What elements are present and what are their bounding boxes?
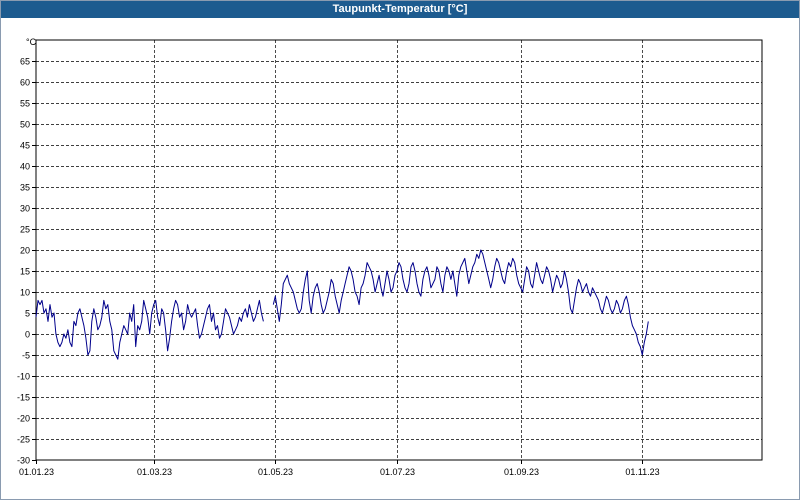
y-tick-label: 40 — [20, 162, 30, 172]
y-tick-label: -10 — [17, 372, 30, 382]
y-tick-label: 20 — [20, 246, 30, 256]
y-tick-label: 10 — [20, 288, 30, 298]
x-tick-label: 01.07.23 — [380, 467, 415, 477]
y-tick-label: -30 — [17, 456, 30, 466]
y-tick-label: 35 — [20, 183, 30, 193]
y-tick-label: -20 — [17, 414, 30, 424]
plot-area — [35, 39, 763, 461]
y-tick-label: 5 — [25, 309, 30, 319]
x-tick-label: 01.11.23 — [625, 467, 659, 477]
y-tick-label: 15 — [20, 267, 30, 277]
x-tick-label: 01.03.23 — [137, 467, 172, 477]
y-tick-label: 55 — [20, 99, 30, 109]
y-tick-label: -15 — [17, 393, 30, 403]
x-tick-label: 01.09.23 — [504, 467, 539, 477]
y-tick-label: 30 — [20, 204, 30, 214]
x-tick-label: 01.05.23 — [258, 467, 293, 477]
y-tick-label: -25 — [17, 435, 30, 445]
dew-point-chart: -30 -25 -20 -15 -10 -5 0 5 10 15 20 25 30 35 40 45 50 55 6… — [17, 37, 763, 477]
y-unit-label: °C — [26, 37, 37, 47]
y-tick-label: 60 — [20, 78, 30, 88]
y-tick-label: 25 — [20, 225, 30, 235]
y-tick-label: 50 — [20, 120, 30, 130]
y-tick-label: 0 — [25, 330, 30, 340]
y-tick-label: -5 — [22, 351, 30, 361]
y-tick-label: 65 — [20, 57, 30, 67]
y-tick-label: 45 — [20, 141, 30, 151]
chart-title: Taupunkt-Temperatur [°C] — [1, 1, 799, 18]
x-tick-label: 01.01.23 — [19, 467, 54, 477]
